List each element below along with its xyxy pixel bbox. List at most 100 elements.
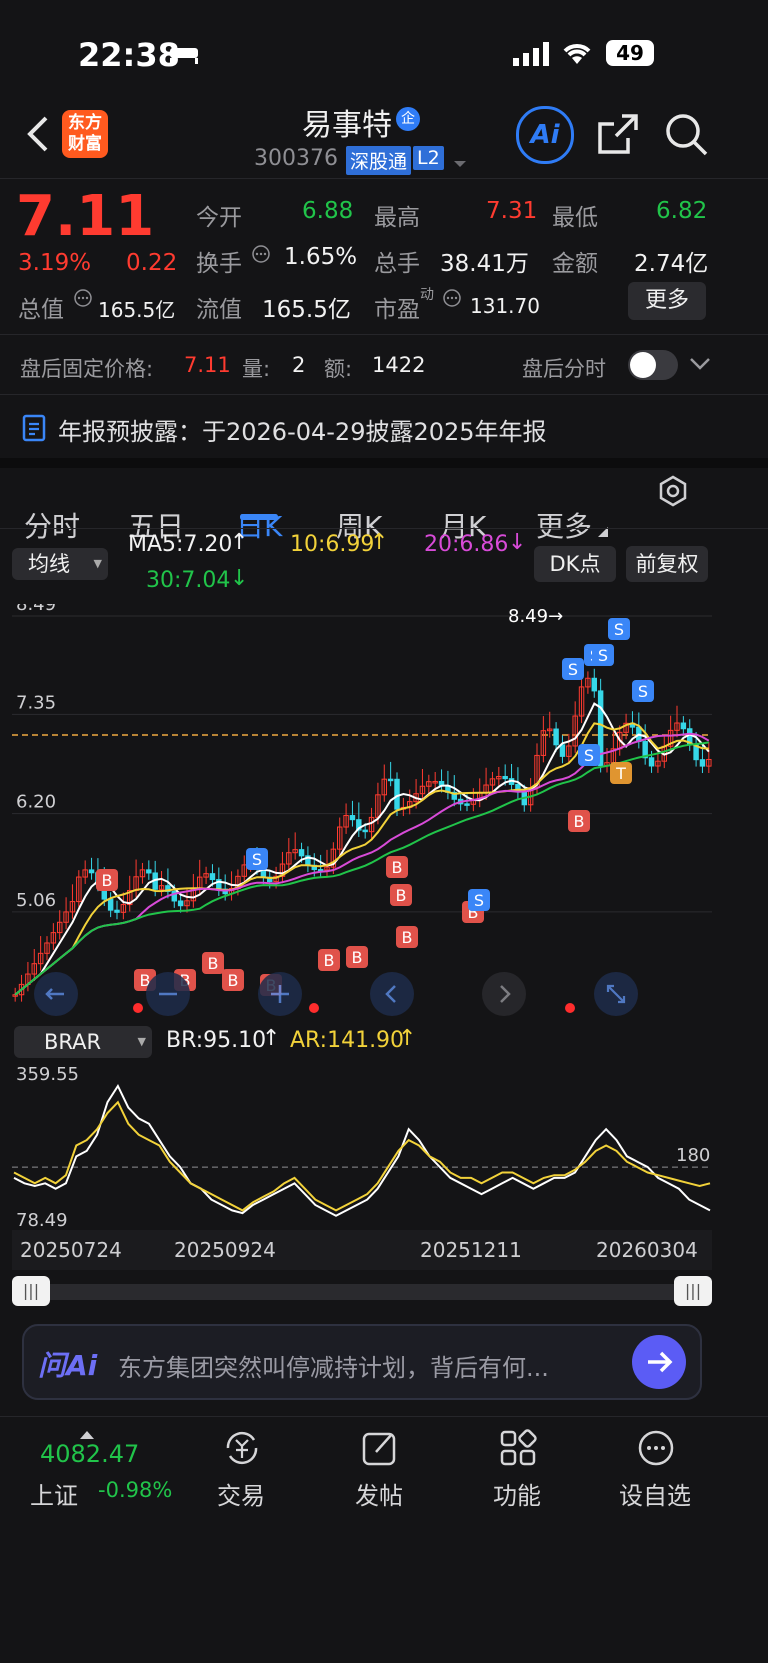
signal-label: B [208, 954, 219, 973]
tab-more[interactable]: 更多 [536, 505, 592, 545]
y-tick-label: 6.20 [16, 792, 56, 813]
ask-ai-bar[interactable]: 问Ai 东方集团突然叫停减持计划，背后有何... [22, 1324, 702, 1400]
x-tick-label: 20251211 [420, 1238, 522, 1262]
fullscreen-button[interactable] [594, 972, 638, 1016]
br-value: BR:95.10 [166, 1028, 267, 1053]
info-icon[interactable] [251, 244, 271, 268]
signal-label: S [252, 850, 262, 869]
red-dot [309, 1003, 319, 1013]
notice-text[interactable]: 年报预披露：于2026-04-29披露2025年年报 [58, 412, 547, 447]
ai-button[interactable]: Ai [516, 106, 574, 164]
triangle-icon [598, 522, 608, 541]
bottom-add-favorite[interactable]: 设自选 [600, 1476, 710, 1511]
signal-label: S [614, 620, 624, 639]
index-value[interactable]: 4082.47 [40, 1440, 139, 1468]
after-hours-toggle[interactable] [628, 350, 678, 380]
after-hours-toggle-label: 盘后分时 [522, 357, 606, 381]
max-price-annotation: 8.49→ [508, 606, 563, 627]
candle-body [298, 849, 305, 857]
send-arrow-button[interactable] [632, 1335, 686, 1389]
current-price: 7.11 [16, 184, 155, 249]
info-icon[interactable] [442, 288, 462, 312]
arrow-up-icon: ↑ [370, 530, 389, 555]
search-icon[interactable] [664, 112, 708, 160]
dk-point-button[interactable]: DK点 [534, 546, 616, 582]
ai-label: Ai [530, 120, 560, 150]
brar-line-ar [13, 1100, 711, 1212]
volume-label: 总手 [374, 251, 420, 277]
chevron-down-icon[interactable] [688, 356, 712, 376]
amount-value: 2.74亿 [634, 251, 709, 277]
chevron-down-icon[interactable] [452, 154, 468, 173]
y-tick-label: 5.06 [16, 890, 56, 911]
candle-body [177, 900, 184, 907]
info-icon[interactable] [73, 288, 93, 312]
brar-chart[interactable]: 359.55 180 78.49 [12, 1062, 712, 1231]
adjust-button[interactable]: 前复权 [626, 546, 708, 582]
share-icon[interactable] [596, 112, 640, 160]
amount-label: 金额 [552, 251, 598, 277]
more-button[interactable]: 更多 [628, 282, 706, 320]
range-handle-left[interactable]: ||| [12, 1276, 50, 1306]
y-tick-label: 7.35 [16, 692, 56, 713]
indicator-selector[interactable]: 均线 ▼ [12, 548, 108, 580]
mktcap-value: 165.5亿 [98, 298, 176, 322]
candle-body [349, 815, 356, 821]
after-hours-amt: 1422 [372, 353, 426, 377]
pe-superscript: 动 [420, 287, 434, 303]
candle-body [209, 873, 216, 881]
arrow-down-icon: ↓ [508, 530, 527, 555]
signal-label: B [396, 886, 407, 905]
kline-chart[interactable]: 8.497.356.205.068.49→BBBBBBBBBBBBSSSSSSS… [12, 594, 712, 1024]
brar-tick-label: 180 [676, 1145, 710, 1166]
zoom-in-button[interactable] [258, 972, 302, 1016]
x-tick-label: 20250724 [20, 1238, 122, 1262]
candle-body [464, 803, 470, 806]
settings-icon[interactable] [656, 474, 690, 512]
indicator-selector-label: 均线 [28, 552, 70, 576]
arrow-up-icon: ↑ [398, 1026, 417, 1051]
index-percent: -0.98% [98, 1478, 173, 1502]
high-label: 最高 [374, 205, 420, 231]
status-time: 22:38 [78, 36, 180, 74]
candle-body [591, 677, 598, 692]
pe-label: 市盈 [374, 297, 420, 323]
after-hours-price: 7.11 [184, 353, 231, 377]
signal-label: S [638, 682, 648, 701]
pan-left-button[interactable] [34, 972, 78, 1016]
open-label: 今开 [196, 205, 242, 231]
after-hours-vol-label: 量: [242, 357, 271, 381]
stock-name: 易事特 [302, 108, 392, 143]
bottom-post[interactable]: 发帖 [324, 1476, 434, 1511]
range-slider-track[interactable] [12, 1284, 712, 1300]
open-value: 6.88 [302, 198, 354, 224]
zoom-out-button[interactable] [146, 972, 190, 1016]
red-dot [565, 1003, 575, 1013]
signal-label: S [568, 660, 578, 679]
candle-body [559, 744, 566, 757]
post-icon[interactable] [360, 1428, 400, 1472]
functions-icon[interactable] [498, 1428, 538, 1472]
brar-tick-label: 78.49 [16, 1210, 68, 1230]
bottom-trade[interactable]: 交易 [186, 1476, 296, 1511]
sub-indicator-selector[interactable]: BRAR ▼ [14, 1026, 152, 1058]
kline-svg: 8.497.356.205.068.49→BBBBBBBBBBBBSSSSSSS… [12, 594, 712, 1002]
brar-svg: 359.55 180 78.49 [12, 1064, 712, 1231]
adjust-button-label: 前复权 [635, 552, 699, 576]
sub-indicator-label: BRAR [44, 1030, 102, 1054]
candle-body [88, 869, 95, 874]
app-logo: 东方 财富 [62, 110, 108, 158]
wifi-icon [560, 40, 594, 70]
next-candle-button[interactable] [482, 972, 526, 1016]
bottom-functions[interactable]: 功能 [462, 1476, 572, 1511]
prev-candle-button[interactable] [370, 972, 414, 1016]
back-icon[interactable] [24, 114, 54, 158]
pe-value: 131.70 [470, 294, 540, 318]
tab-intraday[interactable]: 分时 [24, 505, 80, 545]
trade-icon[interactable] [222, 1428, 262, 1472]
range-handle-right[interactable]: ||| [674, 1276, 712, 1306]
more-dots-icon[interactable] [636, 1428, 676, 1472]
document-icon [22, 414, 46, 446]
stock-code: 300376 [254, 146, 338, 171]
candle-body [387, 778, 394, 782]
